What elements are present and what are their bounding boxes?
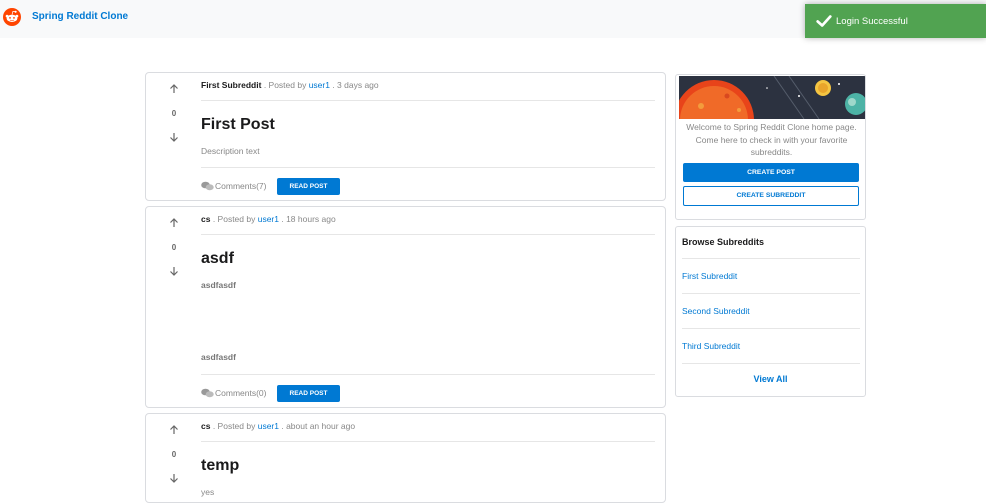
user-link[interactable]: user1 xyxy=(258,214,279,224)
comments-link[interactable]: Comments(0) xyxy=(201,388,266,398)
view-all-link[interactable]: View All xyxy=(676,374,865,384)
divider xyxy=(682,363,860,364)
subreddit-link-first[interactable]: First Subreddit xyxy=(682,271,737,281)
divider xyxy=(682,328,860,329)
create-subreddit-button[interactable]: CREATE SUBREDDIT xyxy=(683,186,859,206)
posted-by-text: . Posted by xyxy=(210,214,258,224)
login-toast[interactable]: Login Successful xyxy=(805,4,986,38)
brand-link[interactable]: Spring Reddit Clone xyxy=(32,11,128,22)
check-icon xyxy=(816,15,832,27)
comments-link[interactable]: Comments(7) xyxy=(201,181,266,191)
post-time: . 18 hours ago xyxy=(278,214,336,224)
downvote-arrow-icon[interactable] xyxy=(168,472,180,484)
vote-count: 0 xyxy=(171,243,177,252)
divider xyxy=(201,441,655,442)
post-description: asdfasdf xyxy=(201,280,236,290)
upvote-arrow-icon[interactable] xyxy=(168,217,180,229)
comments-icon xyxy=(201,181,214,191)
upvote-arrow-icon[interactable] xyxy=(168,83,180,95)
comments-icon xyxy=(201,388,214,398)
reddit-alien-icon[interactable] xyxy=(3,8,21,26)
post-description: asdfasdf xyxy=(201,352,236,362)
browse-subreddits-title: Browse Subreddits xyxy=(682,237,765,247)
read-post-button[interactable]: READ POST xyxy=(277,385,340,402)
vote-count: 0 xyxy=(171,109,177,118)
comments-count: Comments(7) xyxy=(215,181,267,191)
downvote-arrow-icon[interactable] xyxy=(168,265,180,277)
divider xyxy=(682,258,860,259)
user-link[interactable]: user1 xyxy=(258,421,279,431)
post-card: 0 cs . Posted by user1 . 18 hours ago as… xyxy=(145,206,666,408)
post-card: 0 First Subreddit . Posted by user1 . 3 … xyxy=(145,72,666,201)
subreddit-link-second[interactable]: Second Subreddit xyxy=(682,306,750,316)
post-title[interactable]: First Post xyxy=(201,116,275,134)
subreddit-link-third[interactable]: Third Subreddit xyxy=(682,341,740,351)
create-post-button[interactable]: CREATE POST xyxy=(683,163,859,182)
welcome-text: Welcome to Spring Reddit Clone home page… xyxy=(686,122,857,157)
sidebar-welcome-card: Welcome to Spring Reddit Clone home page… xyxy=(675,74,866,220)
vote-count: 0 xyxy=(171,450,177,459)
divider xyxy=(201,100,655,101)
space-banner-image xyxy=(679,76,865,119)
posted-by-text: . Posted by xyxy=(261,80,309,90)
post-meta: First Subreddit . Posted by user1 . 3 da… xyxy=(201,80,379,90)
posted-by-text: . Posted by xyxy=(210,421,258,431)
post-title[interactable]: asdf xyxy=(201,250,234,268)
post-time: . about an hour ago xyxy=(278,421,356,431)
post-meta: cs . Posted by user1 . 18 hours ago xyxy=(201,214,336,224)
toast-message: Login Successful xyxy=(836,16,908,27)
subreddit-link[interactable]: First Subreddit xyxy=(201,80,261,90)
user-link[interactable]: user1 xyxy=(309,80,330,90)
divider xyxy=(201,167,655,168)
read-post-button[interactable]: READ POST xyxy=(277,178,340,195)
comments-count: Comments(0) xyxy=(215,388,267,398)
divider xyxy=(201,374,655,375)
post-time: . 3 days ago xyxy=(329,80,379,90)
upvote-arrow-icon[interactable] xyxy=(168,424,180,436)
divider xyxy=(201,234,655,235)
post-description: Description text xyxy=(201,146,260,156)
post-card: 0 cs . Posted by user1 . about an hour a… xyxy=(145,413,666,503)
post-title[interactable]: temp xyxy=(201,457,239,475)
post-meta: cs . Posted by user1 . about an hour ago xyxy=(201,421,355,431)
browse-subreddits-card: Browse Subreddits First Subreddit Second… xyxy=(675,226,866,397)
divider xyxy=(682,293,860,294)
downvote-arrow-icon[interactable] xyxy=(168,131,180,143)
